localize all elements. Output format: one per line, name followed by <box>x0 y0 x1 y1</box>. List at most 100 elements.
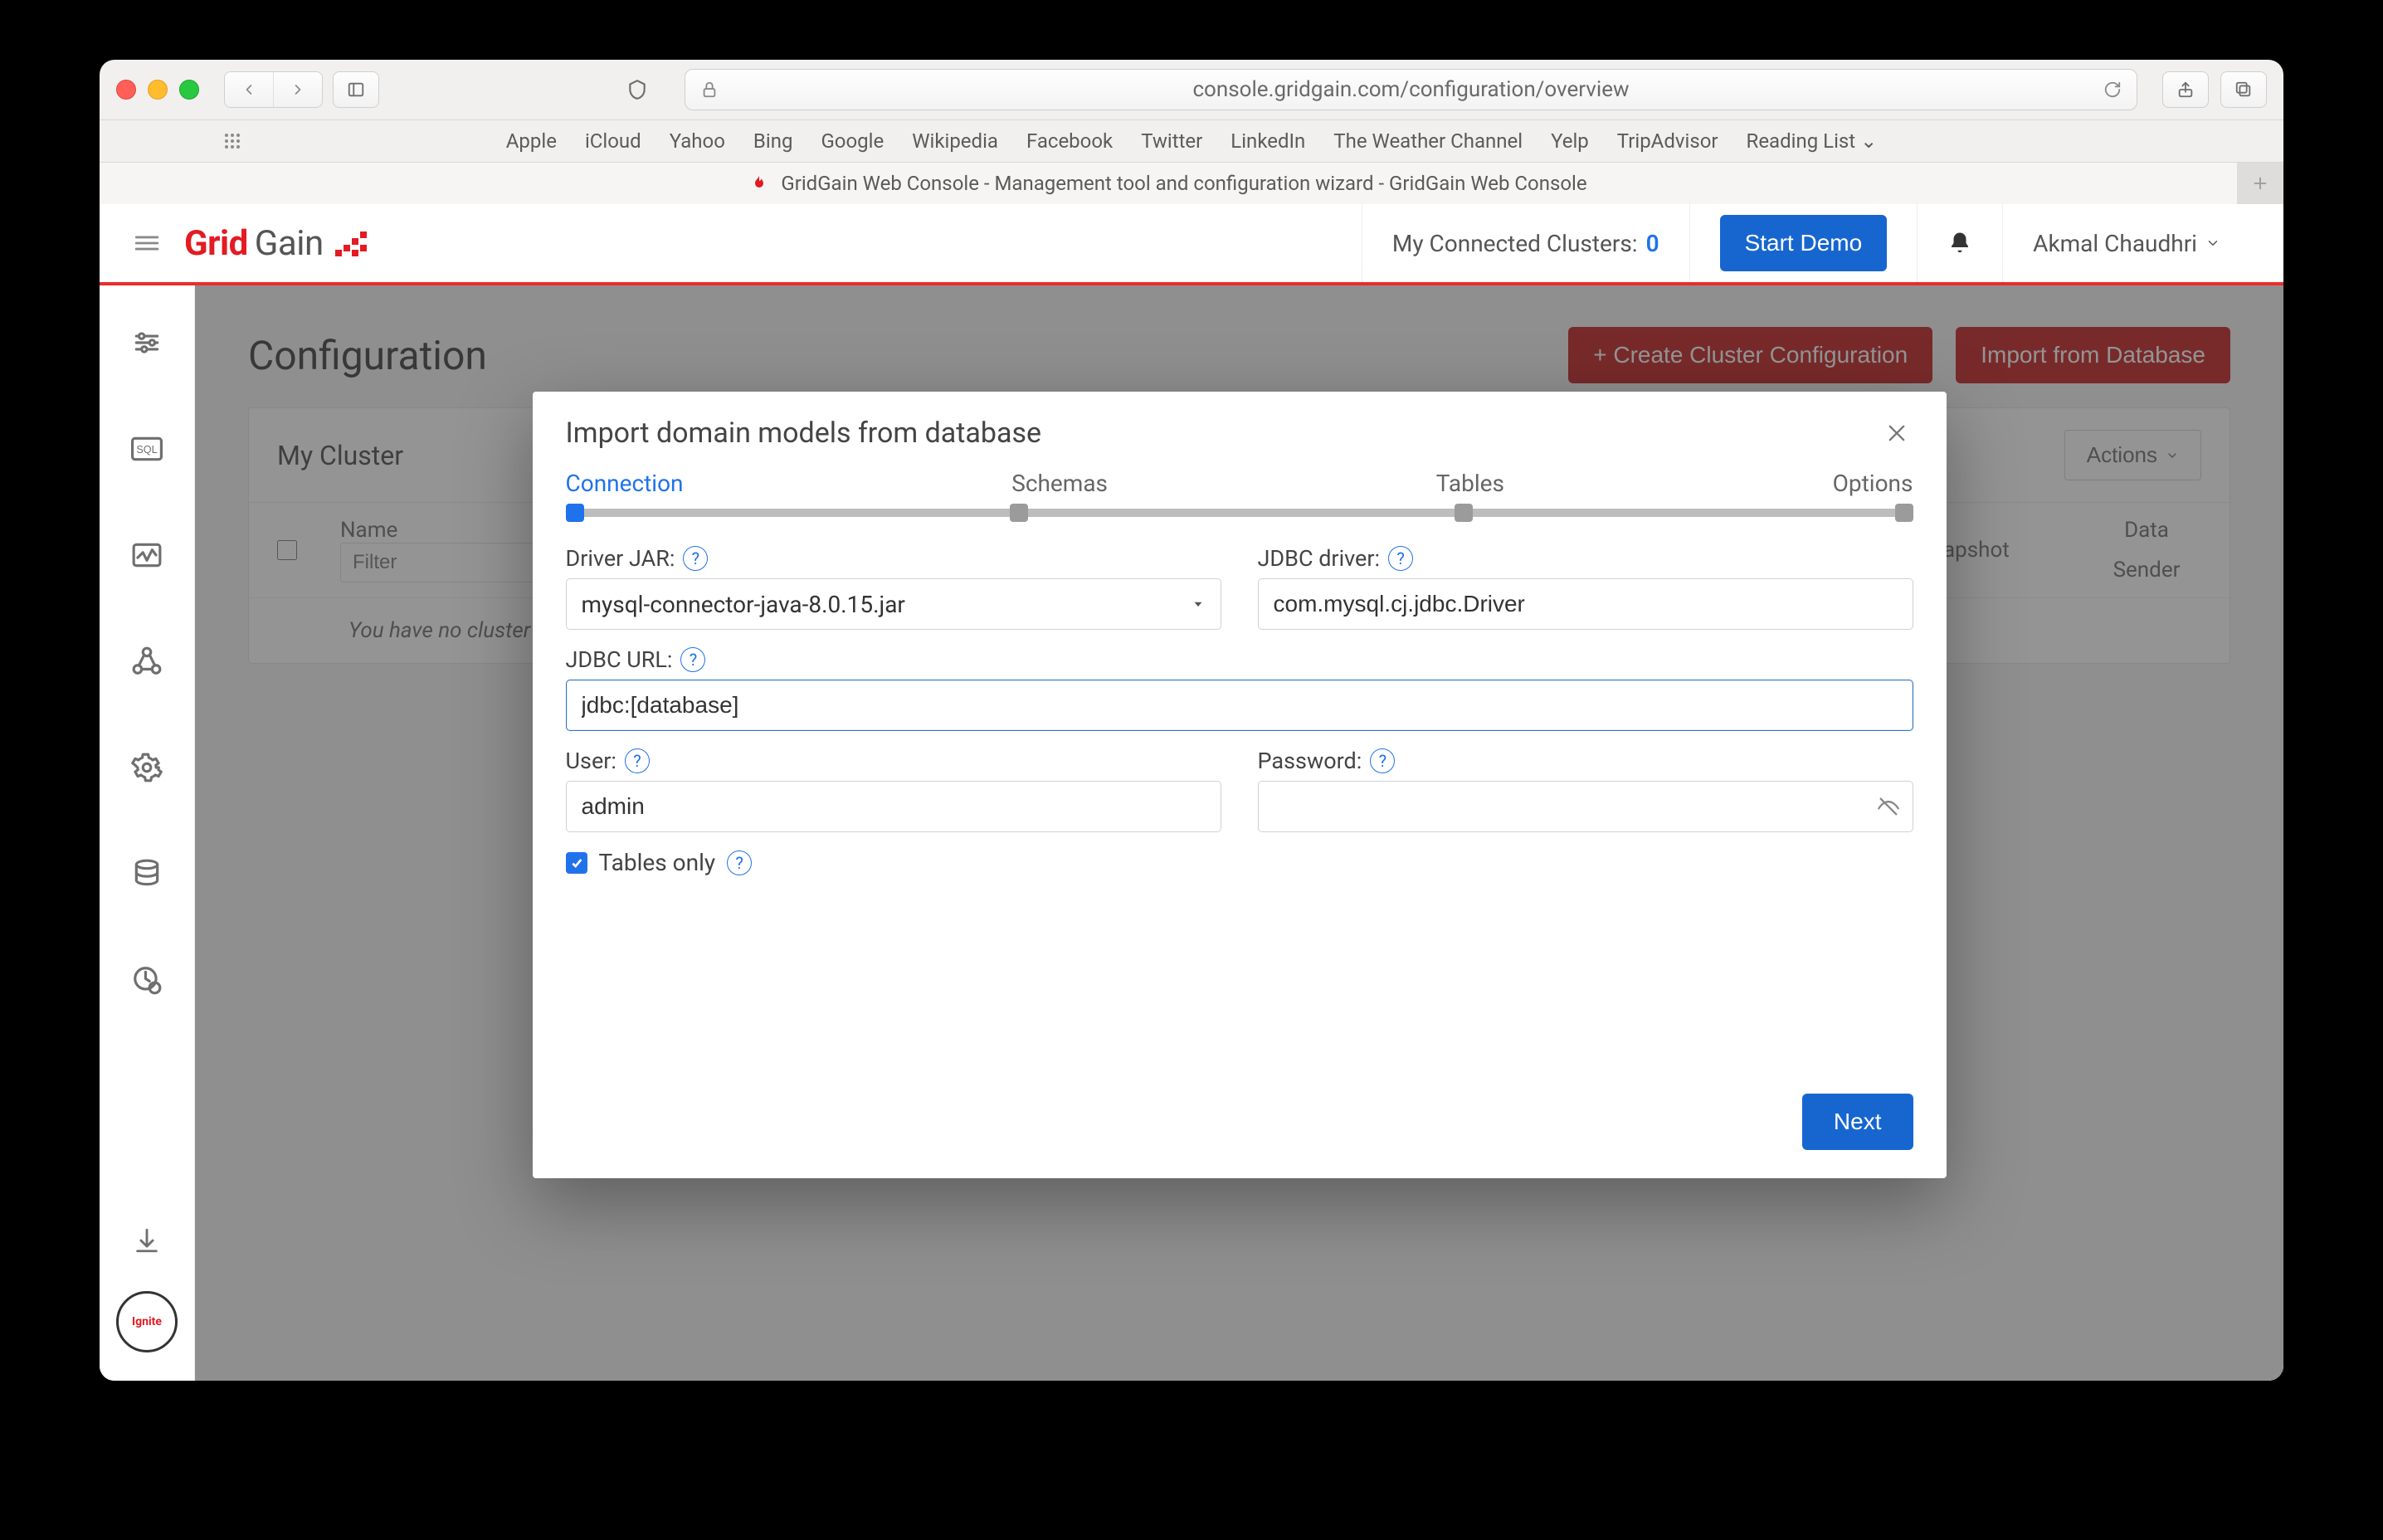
reload-icon[interactable] <box>2103 80 2122 99</box>
close-icon[interactable] <box>1880 417 1913 450</box>
step-tables[interactable]: Tables <box>1436 470 1504 497</box>
connection-form: Driver JAR:? mysql-connector-java-8.0.15… <box>533 517 1947 876</box>
maximize-window-icon[interactable] <box>179 80 199 100</box>
rail-monitor-icon[interactable] <box>129 538 164 573</box>
bookmarks-bar: Apple iCloud Yahoo Bing Google Wikipedia… <box>100 120 2283 163</box>
rail-sql-icon[interactable]: SQL <box>129 431 164 466</box>
step-node-0 <box>566 504 584 522</box>
user-input[interactable] <box>566 781 1221 832</box>
bookmark-readinglist[interactable]: Reading List ⌄ <box>1747 129 1878 153</box>
driver-jar-field: Driver JAR:? mysql-connector-java-8.0.15… <box>566 545 1221 630</box>
rail-config-icon[interactable] <box>129 325 164 360</box>
rail-download-icon[interactable] <box>129 1223 164 1258</box>
password-field: Password:? <box>1258 748 1913 832</box>
step-node-3 <box>1895 504 1913 522</box>
tab-strip: GridGain Web Console - Management tool a… <box>100 163 2283 204</box>
forward-button[interactable] <box>273 72 322 107</box>
help-icon[interactable]: ? <box>683 546 708 571</box>
caret-down-icon <box>1191 597 1206 612</box>
minimize-window-icon[interactable] <box>148 80 168 100</box>
apps-grid-icon[interactable] <box>222 131 242 151</box>
help-icon[interactable]: ? <box>1370 748 1395 773</box>
clusters-label: My Connected Clusters: <box>1392 230 1638 257</box>
active-tab[interactable]: GridGain Web Console - Management tool a… <box>100 163 2237 204</box>
help-icon[interactable]: ? <box>680 647 705 672</box>
eye-icon[interactable] <box>1877 795 1900 818</box>
bookmark-google[interactable]: Google <box>821 129 884 153</box>
notifications[interactable] <box>1917 204 2002 282</box>
title-bar: console.gridgain.com/configuration/overv… <box>100 60 2283 120</box>
share-button[interactable] <box>2162 71 2209 108</box>
wizard-steps: Connection Schemas Tables Options <box>533 470 1947 517</box>
app-header: GridGain My Connected Clusters: 0 Start … <box>100 204 2283 285</box>
modal-title: Import domain models from database <box>566 417 1042 450</box>
privacy-button[interactable] <box>615 72 660 107</box>
bookmark-linkedin[interactable]: LinkedIn <box>1230 129 1305 153</box>
tabs-button[interactable] <box>2220 71 2267 108</box>
url-text: console.gridgain.com/configuration/overv… <box>1192 77 1629 102</box>
help-icon[interactable]: ? <box>625 748 650 773</box>
page: Configuration + Create Cluster Configura… <box>195 285 2283 1381</box>
jdbc-driver-input[interactable] <box>1258 578 1913 630</box>
step-node-2 <box>1455 504 1473 522</box>
lock-icon <box>700 80 719 99</box>
bookmark-bing[interactable]: Bing <box>753 129 793 153</box>
ignite-badge-icon[interactable]: Ignite <box>116 1291 178 1352</box>
bookmark-twitter[interactable]: Twitter <box>1141 129 1202 153</box>
bookmark-tripadvisor[interactable]: TripAdvisor <box>1617 129 1718 153</box>
bookmark-icloud[interactable]: iCloud <box>585 129 641 153</box>
menu-icon[interactable] <box>133 229 161 257</box>
svg-text:SQL: SQL <box>136 444 157 456</box>
sidebar-toggle-button[interactable] <box>333 71 379 108</box>
viewport: console.gridgain.com/configuration/overv… <box>0 0 2383 1540</box>
logo-spark-icon <box>335 227 375 260</box>
user-name: Akmal Chaudhri <box>2033 230 2197 257</box>
help-icon[interactable]: ? <box>1388 546 1413 571</box>
step-node-1 <box>1010 504 1028 522</box>
chevron-down-icon <box>2205 236 2220 251</box>
tab-title: GridGain Web Console - Management tool a… <box>781 172 1586 195</box>
url-bar[interactable]: console.gridgain.com/configuration/overv… <box>685 69 2137 110</box>
bookmark-yahoo[interactable]: Yahoo <box>670 129 725 153</box>
step-options[interactable]: Options <box>1833 470 1913 497</box>
new-tab-button[interactable] <box>2237 163 2283 204</box>
driver-jar-select[interactable]: mysql-connector-java-8.0.15.jar <box>566 578 1221 630</box>
traffic-lights <box>116 80 199 100</box>
bookmark-facebook[interactable]: Facebook <box>1026 129 1113 153</box>
back-button[interactable] <box>225 72 273 107</box>
step-schemas[interactable]: Schemas <box>1011 470 1108 497</box>
tables-only-checkbox[interactable] <box>566 852 587 874</box>
import-modal: Import domain models from database Conne… <box>533 392 1947 1178</box>
user-field: User:? <box>566 748 1221 832</box>
tables-only-row[interactable]: Tables only ? <box>566 849 1913 876</box>
step-connection[interactable]: Connection <box>566 470 684 497</box>
user-dropdown[interactable]: Akmal Chaudhri <box>2002 204 2250 282</box>
bell-icon <box>1947 231 1972 256</box>
header-right: My Connected Clusters: 0 Start Demo Akma… <box>1362 204 2250 282</box>
jdbc-url-field: JDBC URL:? <box>566 646 1913 731</box>
bookmark-weather[interactable]: The Weather Channel <box>1333 129 1523 153</box>
close-window-icon[interactable] <box>116 80 136 100</box>
next-button[interactable]: Next <box>1802 1094 1913 1150</box>
browser-window: console.gridgain.com/configuration/overv… <box>100 60 2283 1381</box>
rail-settings-icon[interactable] <box>129 750 164 785</box>
logo[interactable]: GridGain <box>184 223 375 264</box>
bookmark-yelp[interactable]: Yelp <box>1551 129 1589 153</box>
nav-back-forward <box>224 71 323 108</box>
app: GridGain My Connected Clusters: 0 Start … <box>100 204 2283 1381</box>
favicon-icon <box>749 173 769 193</box>
rail-database-icon[interactable] <box>129 856 164 891</box>
clusters-count: 0 <box>1646 230 1659 257</box>
bookmark-wikipedia[interactable]: Wikipedia <box>912 129 998 153</box>
start-demo-button[interactable]: Start Demo <box>1720 215 1888 271</box>
password-input[interactable] <box>1258 781 1913 832</box>
jdbc-url-input[interactable] <box>566 680 1913 731</box>
jdbc-driver-field: JDBC driver:? <box>1258 545 1913 630</box>
app-body: SQL <box>100 285 2283 1381</box>
bookmark-apple[interactable]: Apple <box>506 129 557 153</box>
side-rail: SQL <box>100 285 195 1381</box>
rail-schedule-icon[interactable] <box>129 962 164 997</box>
rail-cluster-icon[interactable] <box>129 644 164 679</box>
connected-clusters[interactable]: My Connected Clusters: 0 <box>1362 204 1689 282</box>
help-icon[interactable]: ? <box>727 850 752 875</box>
